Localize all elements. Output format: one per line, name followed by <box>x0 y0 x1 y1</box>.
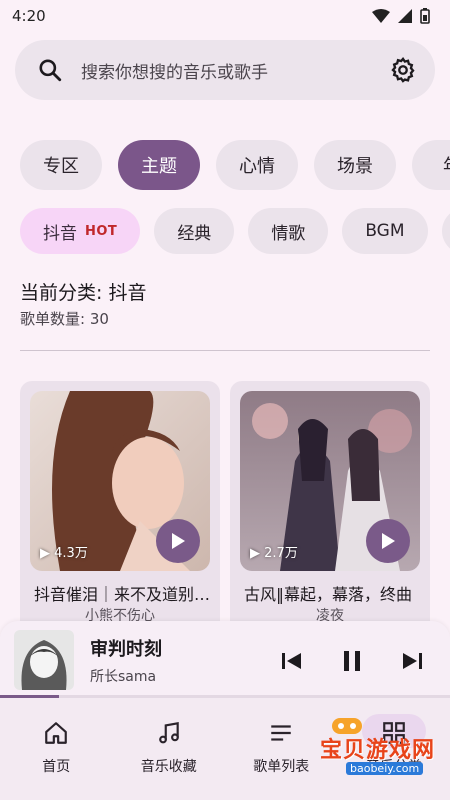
battery-icon <box>420 8 430 24</box>
category-grid-icon <box>382 722 405 744</box>
playlist-count: 歌单数量: 30 <box>20 310 109 328</box>
play-icon <box>172 533 185 549</box>
nav-label: 首页 <box>42 759 71 775</box>
tab-age[interactable]: 年 <box>412 140 450 190</box>
settings-gear-icon[interactable] <box>389 56 417 84</box>
signal-icon <box>398 9 412 23</box>
play-button[interactable] <box>156 519 200 563</box>
nav-label: 音乐分类 <box>365 759 422 775</box>
track-artist: 所长sama <box>90 669 157 685</box>
music-note-icon <box>158 721 179 744</box>
playlist-card[interactable]: ▶ 2.7万 古风‖幕起，幕落，终曲 凌夜 <box>230 381 430 641</box>
nav-home[interactable]: 首页 <box>0 698 113 800</box>
mini-player[interactable]: 审判时刻 所长sama <box>0 621 450 701</box>
category-tabs: 专区 主题 心情 场景 年 <box>20 140 450 190</box>
play-count: ▶ 2.7万 <box>250 546 298 561</box>
chip-classic[interactable]: 经典 <box>154 208 235 254</box>
list-icon <box>271 725 291 741</box>
previous-button[interactable] <box>278 647 306 675</box>
pause-button[interactable] <box>338 647 366 675</box>
home-icon <box>45 722 68 744</box>
pause-icon <box>344 651 360 671</box>
tab-mood[interactable]: 心情 <box>216 140 298 190</box>
nav-label: 歌单列表 <box>253 759 310 775</box>
tab-zone[interactable]: 专区 <box>20 140 102 190</box>
skip-previous-icon <box>282 653 301 669</box>
play-icon <box>382 533 395 549</box>
skip-next-icon <box>403 653 422 669</box>
playlist-cover: ▶ 4.3万 <box>30 391 210 571</box>
hot-badge: HOT <box>85 223 118 239</box>
nav-favorites[interactable]: 音乐收藏 <box>113 698 226 800</box>
status-bar: 4:20 <box>0 0 450 32</box>
status-time: 4:20 <box>12 7 46 25</box>
playlist-cover: ▶ 2.7万 <box>240 391 420 571</box>
nav-playlists[interactable]: 歌单列表 <box>225 698 338 800</box>
next-button[interactable] <box>398 647 426 675</box>
chip-bgm[interactable]: BGM <box>342 208 428 254</box>
tab-scene[interactable]: 场景 <box>314 140 396 190</box>
chip-love-songs[interactable]: 情歌 <box>248 208 329 254</box>
playlist-title: 抖音催泪｜来不及道别的爱 <box>34 585 212 604</box>
current-category-title: 当前分类: 抖音 <box>20 282 147 304</box>
divider <box>20 350 430 351</box>
search-bar[interactable]: 搜索你想搜的音乐或歌手 <box>15 40 435 100</box>
chip-label: 抖音 <box>43 223 77 244</box>
play-button[interactable] <box>366 519 410 563</box>
track-title: 审判时刻 <box>90 639 162 660</box>
chip-more[interactable]: 浪 <box>441 208 450 254</box>
nav-categories[interactable]: 音乐分类 <box>338 698 450 800</box>
chip-douyin[interactable]: 抖音 HOT <box>20 208 141 254</box>
wifi-icon <box>372 9 390 23</box>
nav-label: 音乐收藏 <box>140 759 197 775</box>
subcategory-chips: 抖音 HOT 经典 情歌 BGM 浪 <box>20 208 450 254</box>
search-input[interactable]: 搜索你想搜的音乐或歌手 <box>81 58 389 83</box>
tab-theme[interactable]: 主题 <box>118 140 200 190</box>
playlist-title: 古风‖幕起，幕落，终曲 <box>244 585 413 604</box>
search-icon[interactable] <box>37 57 63 83</box>
album-art <box>14 630 74 690</box>
play-count: ▶ 4.3万 <box>40 546 88 561</box>
playlist-card[interactable]: ▶ 4.3万 抖音催泪｜来不及道别的爱 小熊不伤心 <box>20 381 220 641</box>
bottom-navigation: 首页 音乐收藏 歌单列表 音乐分类 <box>0 698 450 800</box>
